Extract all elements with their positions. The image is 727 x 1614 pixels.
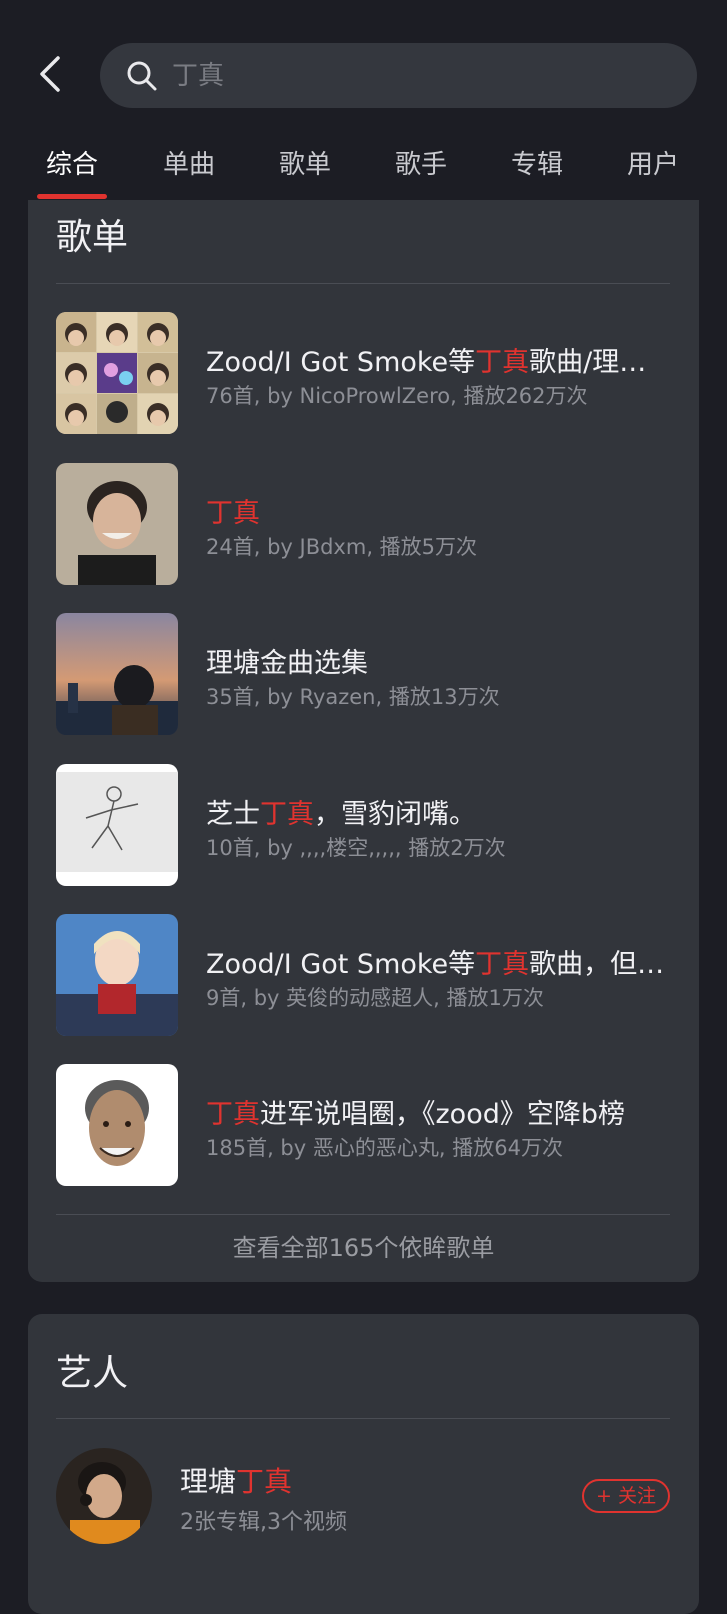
playlist-title: 丁真 — [206, 498, 260, 529]
playlist-cover — [56, 1064, 178, 1186]
playlist-item[interactable]: 芝士丁真，雪豹闭嘴。 10首, by ,,,,楼空,,,,, 播放2万次 — [56, 764, 670, 886]
back-button[interactable] — [36, 54, 66, 94]
playlist-title: 理塘金曲选集 — [206, 648, 368, 679]
playlist-item[interactable]: 丁真进军说唱圈，《zood》空降b榜 185首, by 恶心的恶心丸, 播放64… — [56, 1064, 670, 1186]
view-all-playlists-link[interactable]: 查看全部165个依眸歌单 — [28, 1228, 699, 1263]
divider — [56, 1214, 670, 1215]
tab-all[interactable]: 综合 — [46, 144, 98, 194]
playlist-title: 丁真进军说唱圈，《zood》空降b榜 — [206, 1099, 625, 1130]
active-tab-indicator — [37, 194, 107, 199]
playlist-title: 芝士丁真，雪豹闭嘴。 — [206, 799, 476, 830]
avatar — [56, 1448, 152, 1544]
playlist-meta: 76首, by NicoProwlZero, 播放262万次 — [206, 384, 588, 408]
playlist-cover — [56, 914, 178, 1036]
section-title-artists: 艺人 — [56, 1353, 129, 1394]
artist-item[interactable]: 理塘丁真 2张专辑,3个视频 + 关注 — [56, 1448, 670, 1544]
playlist-cover — [56, 613, 178, 735]
playlist-cover — [56, 764, 178, 886]
divider — [56, 1418, 670, 1419]
divider — [56, 283, 670, 284]
playlist-meta: 185首, by 恶心的恶心丸, 播放64万次 — [206, 1136, 563, 1160]
tab-bar: 综合 单曲 歌单 歌手 专辑 用户 — [0, 136, 727, 200]
tab-users[interactable]: 用户 — [627, 144, 679, 194]
top-bar: 综合 单曲 歌单 歌手 专辑 用户 — [0, 0, 727, 200]
playlist-title: Zood/I Got Smoke等丁真歌曲，但… — [206, 949, 665, 980]
follow-button[interactable]: + 关注 — [582, 1479, 670, 1513]
playlist-meta: 10首, by ,,,,楼空,,,,, 播放2万次 — [206, 836, 506, 860]
tab-albums[interactable]: 专辑 — [511, 144, 563, 194]
playlists-section: 歌单 Zood/I Got Smoke等丁真歌曲/理塘… 76首, by Nic… — [28, 200, 699, 1282]
section-title-playlists: 歌单 — [56, 217, 129, 258]
search-input[interactable] — [170, 59, 650, 92]
artist-name: 理塘丁真 — [180, 1465, 293, 1498]
artist-meta: 2张专辑,3个视频 — [180, 1510, 347, 1535]
playlist-title: Zood/I Got Smoke等丁真歌曲/理塘… — [206, 347, 668, 378]
playlist-item[interactable]: Zood/I Got Smoke等丁真歌曲/理塘… 76首, by NicoPr… — [56, 312, 670, 434]
search-bar[interactable] — [100, 43, 697, 108]
playlist-meta: 9首, by 英俊的动感超人, 播放1万次 — [206, 986, 544, 1010]
artists-section: 艺人 理塘丁真 2张专辑,3个视频 + 关注 — [28, 1314, 699, 1614]
chevron-left-icon — [40, 56, 60, 92]
playlist-item[interactable]: 丁真 24首, by JBdxm, 播放5万次 — [56, 463, 670, 585]
tab-songs[interactable]: 单曲 — [163, 144, 215, 194]
playlist-item[interactable]: Zood/I Got Smoke等丁真歌曲，但… 9首, by 英俊的动感超人,… — [56, 914, 670, 1036]
playlist-item[interactable]: 理塘金曲选集 35首, by Ryazen, 播放13万次 — [56, 613, 670, 735]
playlist-cover — [56, 312, 178, 434]
playlist-meta: 35首, by Ryazen, 播放13万次 — [206, 685, 500, 709]
search-icon — [127, 61, 157, 90]
playlist-cover — [56, 463, 178, 585]
playlist-meta: 24首, by JBdxm, 播放5万次 — [206, 535, 478, 559]
tab-playlists[interactable]: 歌单 — [279, 144, 331, 194]
tab-singers[interactable]: 歌手 — [395, 144, 447, 194]
